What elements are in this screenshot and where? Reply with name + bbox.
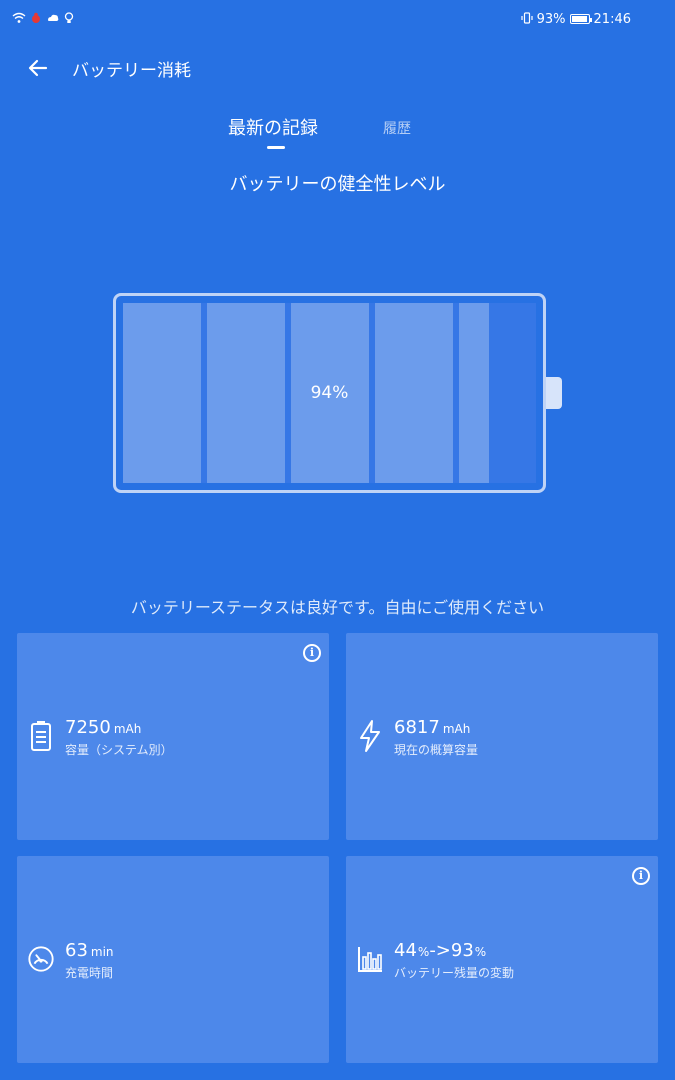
battery-terminal xyxy=(546,377,562,409)
battery-percent-status: 93% xyxy=(536,11,566,27)
status-left-icons xyxy=(12,12,74,26)
clock: 21:46 xyxy=(593,11,631,27)
card-label: 充電時間 xyxy=(65,966,114,980)
cloud-icon xyxy=(46,12,60,26)
charge-time-value: 63 xyxy=(65,940,88,961)
estimated-capacity-value: 6817 xyxy=(394,717,440,738)
status-right: 93% 21:46 xyxy=(521,12,631,27)
capacity-value: 7250 xyxy=(65,717,111,738)
lightbulb-icon xyxy=(64,12,74,26)
charge-time-unit: min xyxy=(90,945,114,959)
bar-chart-icon xyxy=(356,942,384,976)
battery-health-percent: 94% xyxy=(310,383,349,403)
level-start-unit: % xyxy=(417,945,430,959)
arrow-left-icon xyxy=(28,59,48,77)
card-value: 7250 mAh xyxy=(65,717,141,738)
level-arrow: -> xyxy=(429,940,451,961)
bolt-icon xyxy=(356,719,384,753)
capacity-unit: mAh xyxy=(113,722,142,736)
card-label: バッテリー残量の変動 xyxy=(394,966,515,980)
card-charge-time: 63 min 充電時間 xyxy=(17,856,329,1063)
vibrate-icon xyxy=(521,12,533,26)
card-estimated-capacity: 6817 mAh 現在の概算容量 xyxy=(346,633,658,840)
card-value: 6817 mAh xyxy=(394,717,470,738)
tab-latest[interactable]: 最新の記録 xyxy=(228,114,318,140)
info-icon[interactable]: i xyxy=(303,644,321,662)
level-end-value: 93 xyxy=(450,940,474,961)
battery-status-icon xyxy=(569,14,592,24)
back-button[interactable] xyxy=(22,54,54,82)
level-end-unit: % xyxy=(474,945,487,959)
card-level-change: 44%->93% バッテリー残量の変動 i xyxy=(346,856,658,1063)
app-bar: バッテリー消耗 xyxy=(0,46,675,90)
level-start-value: 44 xyxy=(394,940,417,961)
tab-history[interactable]: 履歴 xyxy=(383,118,411,138)
tab-indicator xyxy=(267,146,285,149)
battery-status-message: バッテリーステータスは良好です。自由にご使用ください xyxy=(130,598,545,617)
bug-icon xyxy=(30,12,42,26)
tab-bar: 最新の記録 履歴 xyxy=(0,108,675,152)
info-icon[interactable]: i xyxy=(632,867,650,885)
battery-icon xyxy=(27,719,55,753)
status-bar: 93% 21:46 xyxy=(0,0,675,38)
estimated-capacity-unit: mAh xyxy=(442,722,471,736)
card-value: 63 min xyxy=(65,940,114,961)
card-value: 44%->93% xyxy=(394,940,486,961)
wifi-icon xyxy=(12,12,26,26)
gauge-icon xyxy=(27,942,55,976)
card-label: 現在の概算容量 xyxy=(394,743,479,757)
card-design-capacity: 7250 mAh 容量（システム別） i xyxy=(17,633,329,840)
card-label: 容量（システム別） xyxy=(65,743,173,757)
page-title: バッテリー消耗 xyxy=(72,61,191,81)
health-title: バッテリーの健全性レベル xyxy=(229,174,446,195)
